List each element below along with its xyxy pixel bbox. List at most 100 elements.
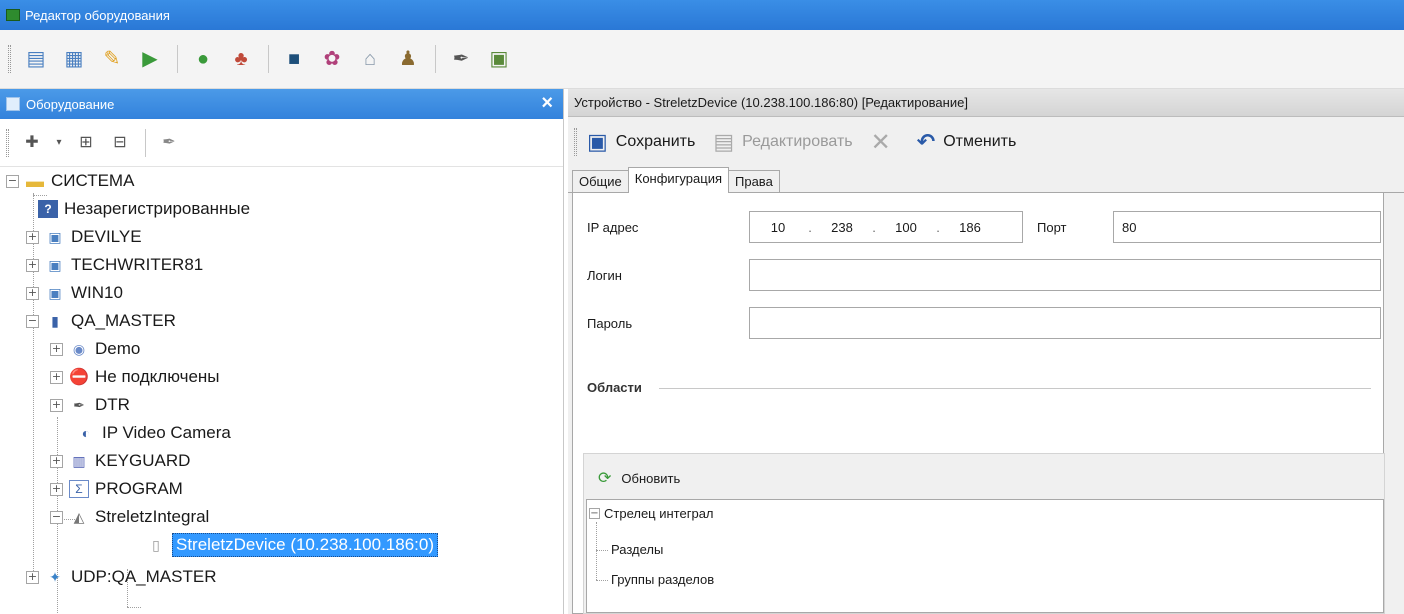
device-editor-panel: Устройство - StreletzDevice (10.238.100.… bbox=[568, 89, 1404, 614]
areas-tree: − Стрелец интеграл Разделы Группы раздел… bbox=[586, 499, 1384, 613]
user-icon[interactable]: ● bbox=[188, 44, 218, 74]
expand-icon[interactable]: + bbox=[50, 370, 63, 384]
areas-tree-root-label: Стрелец интеграл bbox=[604, 506, 714, 521]
equipment-tree: − ▬ СИСТЕМА ? Незарегистрированные + ▣ D… bbox=[0, 167, 563, 614]
ip-dot: . bbox=[808, 219, 812, 235]
password-field[interactable] bbox=[749, 307, 1381, 339]
expand-icon[interactable]: + bbox=[26, 230, 39, 244]
tree-node-label-selected: StreletzDevice (10.238.100.186:0) bbox=[172, 533, 438, 557]
expand-icon[interactable]: + bbox=[50, 398, 63, 412]
folder-icon: ▬ bbox=[26, 170, 44, 191]
expand-icon[interactable]: + bbox=[50, 482, 63, 496]
tree-node-qa-master[interactable]: − ▮ QA_MASTER bbox=[26, 307, 176, 335]
people-icon[interactable]: ✿ bbox=[317, 44, 347, 74]
person-icon[interactable]: ♟ bbox=[393, 44, 423, 74]
equipment-panel-title: Оборудование bbox=[26, 96, 115, 112]
tree-node-streletz-device[interactable]: ▯ StreletzDevice (10.238.100.186:0) bbox=[146, 531, 438, 559]
edit-button[interactable]: ▤ Редактировать bbox=[713, 129, 852, 155]
collapse-icon[interactable]: − bbox=[50, 510, 63, 524]
tree-node-demo[interactable]: + ◉ Demo bbox=[50, 335, 140, 363]
save-button[interactable]: ▣ Сохранить bbox=[587, 129, 695, 155]
ip-octet-4: 186 bbox=[959, 219, 981, 235]
computer-icon: ▣ bbox=[48, 284, 62, 301]
collapse-icon[interactable]: − bbox=[6, 174, 19, 188]
equipment-panel-header: Оборудование × bbox=[0, 89, 563, 119]
dropdown-arrow-icon[interactable]: ▾ bbox=[53, 130, 65, 156]
tree-node-program[interactable]: + Σ PROGRAM bbox=[50, 475, 183, 503]
equipment-icon bbox=[6, 97, 20, 111]
equipment-panel: Оборудование × ✚ ▾ ⊞ ⊟ ✒ − ▬ СИСТЕМА ? Н… bbox=[0, 89, 564, 614]
unregistered-icon: ? bbox=[38, 200, 58, 218]
expand-icon[interactable]: + bbox=[26, 286, 39, 300]
cancel-button[interactable]: ↶ Отменить bbox=[917, 129, 1017, 155]
tree-node-label: Незарегистрированные bbox=[64, 199, 251, 218]
collapse-all-icon[interactable]: ⊟ bbox=[107, 130, 133, 156]
tab-general[interactable]: Общие bbox=[572, 170, 629, 192]
tree-node-ip-video-camera[interactable]: ◐ IP Video Camera bbox=[76, 419, 231, 447]
password-label: Пароль bbox=[587, 315, 633, 331]
login-field[interactable] bbox=[749, 259, 1381, 291]
tree-node-techwriter81[interactable]: + ▣ TECHWRITER81 bbox=[26, 251, 203, 279]
tree-node-not-connected[interactable]: + ⛔ Не подключены bbox=[50, 363, 220, 391]
areas-tree-root[interactable]: − Стрелец интеграл bbox=[589, 506, 714, 521]
device-editor-toolbar: ▣ Сохранить ▤ Редактировать ✕ ↶ Отменить bbox=[568, 117, 1404, 167]
tree-node-udp-qa-master[interactable]: + ✦ UDP:QA_MASTER bbox=[26, 563, 216, 591]
tree-node-label: WIN10 bbox=[71, 283, 123, 302]
tree-node-unregistered[interactable]: ? Незарегистрированные bbox=[38, 195, 250, 223]
computer-icon: ▣ bbox=[48, 228, 62, 245]
tree-node-devilye[interactable]: + ▣ DEVILYE bbox=[26, 223, 142, 251]
function-icon: Σ bbox=[69, 480, 89, 498]
tab-rights[interactable]: Права bbox=[728, 170, 780, 192]
areas-tree-section-groups[interactable]: Группы разделов bbox=[611, 572, 714, 587]
tab-configuration[interactable]: Конфигурация bbox=[627, 167, 729, 193]
port-field[interactable]: 80 bbox=[1113, 211, 1381, 243]
close-icon[interactable]: × bbox=[541, 92, 553, 115]
tree-node-win10[interactable]: + ▣ WIN10 bbox=[26, 279, 123, 307]
ip-dot: . bbox=[872, 219, 876, 235]
tree-node-label: StreletzIntegral bbox=[95, 507, 210, 526]
document-icon[interactable]: ▣ bbox=[484, 44, 514, 74]
areas-group-label: Области bbox=[587, 380, 642, 395]
pen-icon[interactable]: ✒ bbox=[446, 44, 476, 74]
cancel-label: Отменить bbox=[943, 133, 1017, 150]
ip-address-field[interactable]: 10 . 238 . 100 . 186 bbox=[749, 211, 1023, 243]
monitor-icon[interactable]: ■ bbox=[279, 44, 309, 74]
collapse-icon[interactable]: − bbox=[589, 508, 600, 519]
app-icon bbox=[6, 9, 20, 21]
expand-icon[interactable]: + bbox=[50, 454, 63, 468]
expand-all-icon[interactable]: ⊞ bbox=[73, 130, 99, 156]
storage-icon[interactable]: ⌂ bbox=[355, 44, 385, 74]
delete-x-icon: ✕ bbox=[870, 128, 891, 156]
globe-icon: ◉ bbox=[72, 340, 86, 357]
tree-node-dtr[interactable]: + ✒ DTR bbox=[50, 391, 130, 419]
device-editor-title: Устройство - StreletzDevice (10.238.100.… bbox=[574, 95, 968, 110]
users-icon[interactable]: ♣ bbox=[226, 44, 256, 74]
pen-icon[interactable]: ✒ bbox=[156, 130, 182, 156]
refresh-button[interactable]: ⟳ Обновить bbox=[598, 468, 680, 488]
expand-icon[interactable]: + bbox=[26, 258, 39, 272]
refresh-icon: ⟳ bbox=[598, 470, 612, 487]
tree-node-streletz-integral[interactable]: − ◭ StreletzIntegral bbox=[50, 503, 209, 531]
tree-node-system[interactable]: − ▬ СИСТЕМА bbox=[6, 167, 134, 195]
areas-panel: ⟳ Обновить − Стрелец интеграл Разделы Гр… bbox=[583, 453, 1385, 614]
areas-tree-sections[interactable]: Разделы bbox=[611, 542, 663, 557]
add-icon[interactable]: ✚ bbox=[19, 130, 45, 156]
expand-icon[interactable]: + bbox=[26, 570, 39, 584]
tree-node-label: Не подключены bbox=[95, 367, 220, 386]
hardware-tree-icon[interactable]: ▤ bbox=[21, 44, 51, 74]
tree-node-label: UDP:QA_MASTER bbox=[71, 567, 217, 586]
tree-node-label: IP Video Camera bbox=[102, 423, 231, 442]
edit-label: Редактировать bbox=[742, 133, 853, 150]
expand-icon[interactable]: + bbox=[50, 342, 63, 356]
grid-icon[interactable]: ▦ bbox=[59, 44, 89, 74]
pen-icon: ✒ bbox=[73, 396, 85, 413]
toolbar-separator bbox=[145, 128, 146, 157]
group-divider bbox=[659, 388, 1371, 389]
delete-button[interactable]: ✕ bbox=[871, 128, 899, 157]
play-icon[interactable]: ▶ bbox=[135, 44, 165, 74]
ip-address-label: IP адрес bbox=[587, 219, 639, 235]
highlight-icon[interactable]: ✎ bbox=[97, 44, 127, 74]
collapse-icon[interactable]: − bbox=[26, 314, 39, 328]
tree-node-keyguard[interactable]: + ▥ KEYGUARD bbox=[50, 447, 190, 475]
toolbar-grip bbox=[8, 45, 11, 73]
